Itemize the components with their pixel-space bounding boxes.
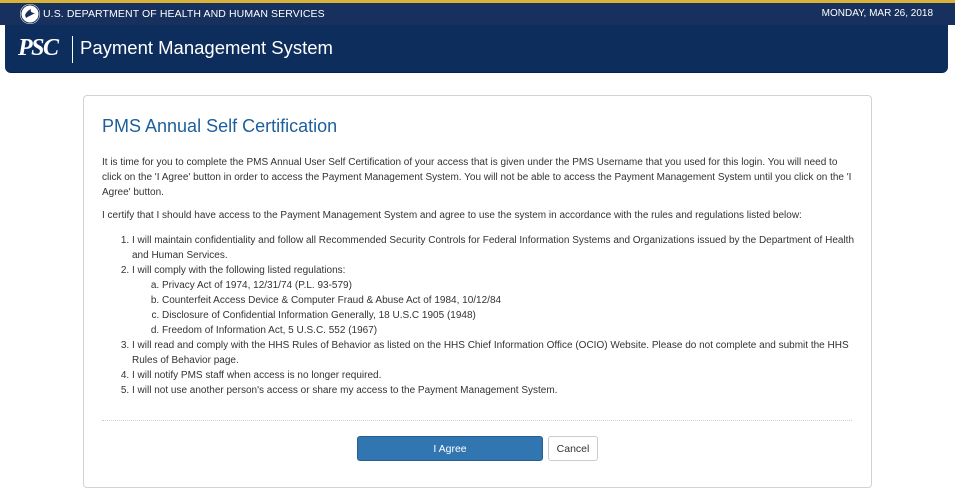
current-date: MONDAY, MAR 26, 2018	[821, 8, 933, 19]
certify-statement: I certify that I should have access to t…	[102, 210, 802, 221]
certification-body: It is time for you to complete the PMS A…	[102, 155, 854, 398]
app-title[interactable]: Payment Management System	[80, 37, 333, 59]
rules-list: I will maintain confidentiality and foll…	[102, 233, 854, 398]
rule-item: I will comply with the following listed …	[132, 263, 854, 338]
cancel-button[interactable]: Cancel	[548, 436, 598, 461]
app-header: PSC Payment Management System	[5, 25, 948, 73]
i-agree-button[interactable]: I Agree	[357, 436, 543, 461]
rule-text: I will maintain confidentiality and foll…	[132, 235, 855, 261]
rule-text: I will read and comply with the HHS Rule…	[132, 340, 849, 366]
divider	[102, 420, 852, 421]
rule-item: I will maintain confidentiality and foll…	[132, 233, 854, 263]
intro-text: It is time for you to complete the PMS A…	[102, 157, 852, 198]
hhs-eagle-icon	[20, 4, 40, 24]
certification-panel: PMS Annual Self Certification It is time…	[83, 95, 872, 488]
rule-item: I will notify PMS staff when access is n…	[132, 368, 854, 383]
page-title: PMS Annual Self Certification	[102, 116, 338, 136]
psc-logo[interactable]: PSC	[18, 35, 59, 62]
regulation-item: Freedom of Information Act, 5 U.S.C. 552…	[162, 323, 854, 338]
rule-item: I will read and comply with the HHS Rule…	[132, 338, 854, 368]
regulation-item: Disclosure of Confidential Information G…	[162, 308, 854, 323]
rule-item: I will not use another person's access o…	[132, 383, 854, 398]
rule-text: I will comply with the following listed …	[132, 265, 346, 276]
rule-text: I will not use another person's access o…	[132, 385, 558, 396]
hhs-top-bar: U.S. DEPARTMENT OF HEALTH AND HUMAN SERV…	[0, 3, 955, 25]
rule-text: I will notify PMS staff when access is n…	[132, 370, 382, 381]
agency-name: U.S. DEPARTMENT OF HEALTH AND HUMAN SERV…	[43, 8, 325, 20]
regulations-list: Privacy Act of 1974, 12/31/74 (P.L. 93-5…	[132, 278, 854, 338]
regulation-item: Privacy Act of 1974, 12/31/74 (P.L. 93-5…	[162, 278, 854, 293]
regulation-item: Counterfeit Access Device & Computer Fra…	[162, 293, 854, 308]
header-divider	[72, 36, 73, 63]
